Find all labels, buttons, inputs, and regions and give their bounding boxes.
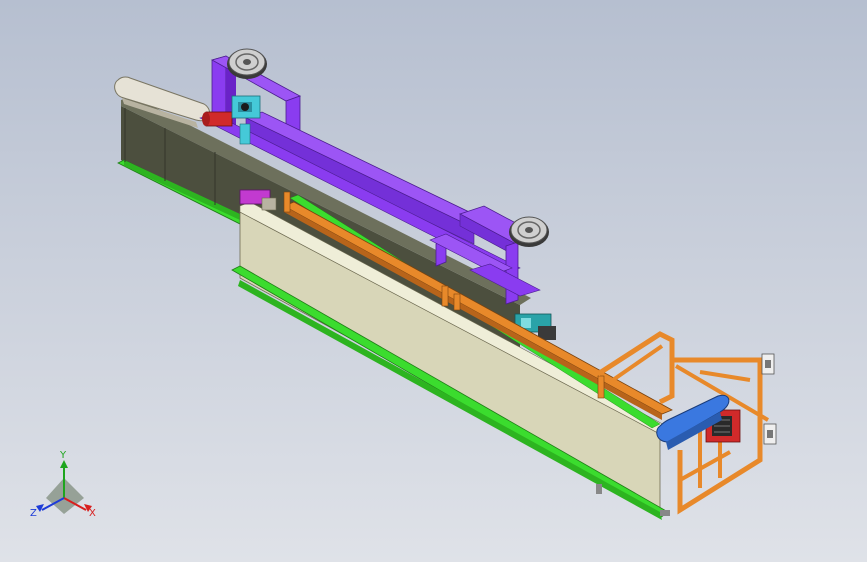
sensor-block-bracket	[261, 197, 277, 211]
orange-stand	[283, 191, 291, 213]
front-panel-face	[239, 211, 661, 509]
orange-end-brace	[699, 370, 751, 382]
mounting-plate-upper[interactable]	[761, 353, 775, 375]
z-axis-arrow	[36, 504, 44, 512]
wheel-hub	[525, 227, 533, 233]
wheel-hub	[243, 59, 251, 65]
y-axis-arrow	[60, 460, 68, 468]
plate-hole	[767, 430, 773, 438]
gearbox-shaft	[241, 103, 249, 111]
top-right-wheel[interactable]	[509, 216, 549, 247]
cad-viewport[interactable]: Y X Z	[0, 0, 867, 562]
cyan-bracket	[239, 123, 251, 145]
top-left-wheel[interactable]	[227, 48, 267, 79]
coordinate-triad: Y X Z	[30, 450, 96, 519]
orange-stand	[597, 375, 605, 399]
support-foot	[596, 484, 602, 494]
conveyor-assembly-3d-model[interactable]: Y X Z	[0, 0, 867, 562]
red-motor-cap	[202, 112, 210, 126]
orange-lower-brace	[679, 450, 731, 482]
teal-carriage-detail	[521, 318, 531, 328]
mounting-plate-lower[interactable]	[763, 423, 777, 445]
support-foot	[660, 510, 670, 516]
z-axis-label: Z	[30, 508, 37, 519]
orange-stand	[453, 293, 461, 311]
y-axis-label: Y	[59, 450, 67, 461]
plate-hole	[765, 360, 771, 368]
orange-stand	[441, 285, 449, 307]
x-axis-label: X	[89, 508, 96, 519]
